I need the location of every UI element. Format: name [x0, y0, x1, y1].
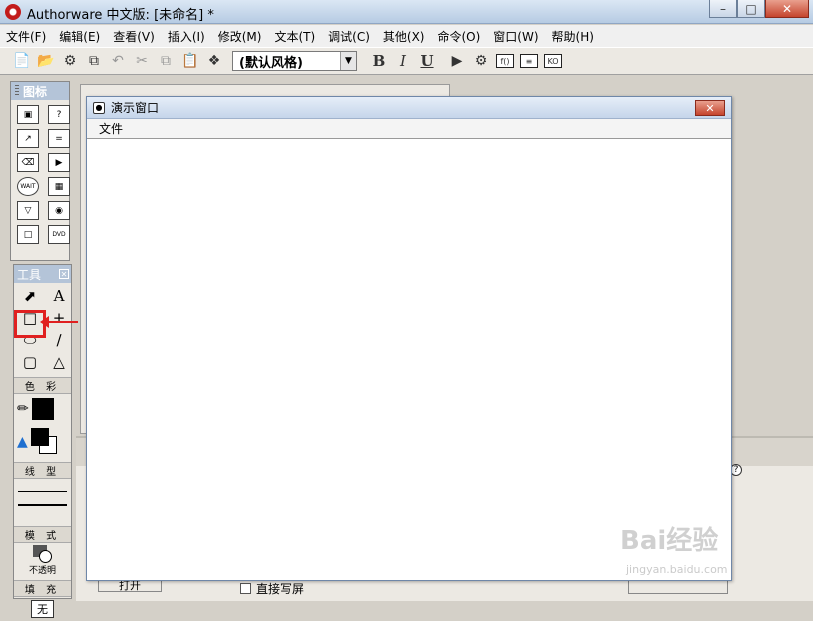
menu-view[interactable]: 查看(V) [113, 28, 155, 45]
menu-modify[interactable]: 修改(M) [218, 28, 262, 45]
fill-value[interactable]: 无 [31, 600, 54, 618]
menu-command[interactable]: 命令(O) [437, 28, 480, 45]
menu-help[interactable]: 帮助(H) [552, 28, 594, 45]
main-toolbar: 📄 📂 ⚙ ⧉ ↶ ✂ ⧉ 📋 ❖ (默认风格) ▼ B I U ▶ ⚙ f()… [0, 47, 813, 75]
interaction-icon[interactable]: ? [48, 105, 70, 124]
display-icon[interactable]: ▣ [17, 105, 39, 124]
open-file-icon[interactable]: 📂 [34, 50, 58, 72]
cut-icon[interactable]: ✂ [130, 50, 154, 72]
presentation-window: ● 演示窗口 ✕ 文件 [86, 96, 732, 581]
knowledge-object-icon[interactable]: KO [541, 50, 565, 72]
text-style-select[interactable]: (默认风格) ▼ [232, 51, 357, 71]
find-icon[interactable]: ❖ [202, 50, 226, 72]
menu-window[interactable]: 窗口(W) [493, 28, 538, 45]
opaque-mode-icon [29, 545, 57, 563]
menu-other[interactable]: 其他(X) [383, 28, 425, 45]
mode-section-label: 模 式 [14, 526, 71, 543]
undo-icon[interactable]: ↶ [106, 50, 130, 72]
variables-icon[interactable]: ≡ [517, 50, 541, 72]
line-color-swatch[interactable] [31, 398, 54, 420]
crosshair-tool-icon[interactable]: + [47, 309, 71, 327]
watermark-brand: Bai经验 [620, 526, 719, 556]
copy-icon[interactable]: ⧉ [154, 50, 178, 72]
bold-button[interactable]: B [367, 50, 391, 72]
watermark-url: jingyan.baidu.com [626, 563, 728, 576]
dvd-icon[interactable]: DVD [48, 225, 70, 244]
fill-bucket-icon[interactable]: ▲ [17, 434, 28, 450]
minimize-button[interactable]: – [709, 0, 737, 18]
navigate-icon[interactable]: ▶ [48, 153, 70, 172]
menu-bar: 文件(F) 编辑(E) 查看(V) 插入(I) 修改(M) 文本(T) 调试(C… [0, 25, 813, 47]
fill-color-swatch[interactable] [30, 428, 59, 456]
menu-debug[interactable]: 调试(C) [328, 28, 370, 45]
control-panel-icon[interactable]: ⚙ [469, 50, 493, 72]
mode-option[interactable]: 不透明 [14, 543, 71, 578]
pointer-tool-icon[interactable]: ⬈ [18, 287, 42, 305]
grip-icon[interactable] [15, 85, 19, 97]
text-tool-icon[interactable]: A [47, 287, 71, 305]
run-icon[interactable]: ▶ [445, 50, 469, 72]
presentation-window-icon: ● [93, 101, 105, 114]
menu-text[interactable]: 文本(T) [274, 28, 315, 45]
color-section-label: 色 彩 [14, 377, 71, 394]
icon-palette-title: 图标 [23, 84, 48, 99]
presentation-close-button[interactable]: ✕ [695, 100, 725, 116]
mode-value: 不透明 [28, 566, 56, 576]
presentation-window-title: 演示窗口 [111, 101, 160, 115]
map-icon[interactable]: □ [17, 225, 39, 244]
rounded-rectangle-tool-icon[interactable]: ▢ [18, 353, 42, 371]
direct-screen-checkbox[interactable] [240, 583, 251, 594]
presentation-canvas[interactable] [87, 139, 731, 579]
function-icon[interactable]: f() [493, 50, 517, 72]
icon-palette: 图标 ▣ ? ↗ = ⌫ ▶ WAIT ▦ ▽ ◉ □ DVD [10, 81, 70, 261]
direct-screen-option[interactable]: 直接写屏 [240, 580, 304, 597]
new-file-icon[interactable]: 📄 [10, 50, 34, 72]
framework-icon[interactable]: ▦ [48, 177, 70, 196]
polygon-tool-icon[interactable]: △ [47, 353, 71, 371]
erase-icon[interactable]: ⌫ [17, 153, 39, 172]
menu-file[interactable]: 文件(F) [6, 28, 46, 45]
decision-icon[interactable]: ▽ [17, 201, 39, 220]
fill-section-label: 填 充 [14, 580, 71, 597]
close-button[interactable]: ✕ [765, 0, 809, 18]
motion-icon[interactable]: ↗ [17, 129, 39, 148]
menu-insert[interactable]: 插入(I) [168, 28, 205, 45]
window-controls: – □ ✕ [709, 0, 809, 18]
import-icon[interactable]: ⧉ [82, 50, 106, 72]
calculation-icon[interactable]: = [48, 129, 70, 148]
save-all-icon[interactable]: ⚙ [58, 50, 82, 72]
presentation-menu-bar: 文件 [87, 119, 731, 139]
presentation-window-titlebar: ● 演示窗口 [87, 97, 731, 119]
digital-movie-icon[interactable]: ◉ [48, 201, 70, 220]
tool-palette-title: 工具 [17, 267, 42, 282]
paste-icon[interactable]: 📋 [178, 50, 202, 72]
underline-button[interactable]: U [415, 50, 439, 72]
pencil-icon[interactable]: ✏ [17, 401, 29, 417]
line-tool-icon[interactable]: ∕ [47, 331, 71, 349]
close-icon[interactable]: ✕ [59, 269, 69, 279]
direct-screen-label: 直接写屏 [256, 582, 305, 596]
text-style-value: (默认风格) [239, 55, 303, 71]
window-title: Authorware 中文版: [未命名] * [27, 8, 214, 23]
icon-palette-header: 图标 [11, 82, 69, 100]
tool-palette-header: 工具 ✕ [14, 265, 71, 283]
italic-button[interactable]: I [391, 50, 415, 72]
presentation-menu-file[interactable]: 文件 [99, 120, 123, 137]
annotation-arrow [40, 316, 78, 328]
maximize-button[interactable]: □ [737, 0, 765, 18]
menu-edit[interactable]: 编辑(E) [59, 28, 100, 45]
chevron-down-icon[interactable]: ▼ [340, 52, 356, 70]
authorware-app-icon [5, 4, 21, 20]
app-titlebar: Authorware 中文版: [未命名] * – □ ✕ [0, 0, 813, 24]
wait-icon[interactable]: WAIT [17, 177, 39, 196]
line-section-label: 线 型 [14, 462, 71, 479]
line-style-options[interactable] [14, 479, 71, 524]
